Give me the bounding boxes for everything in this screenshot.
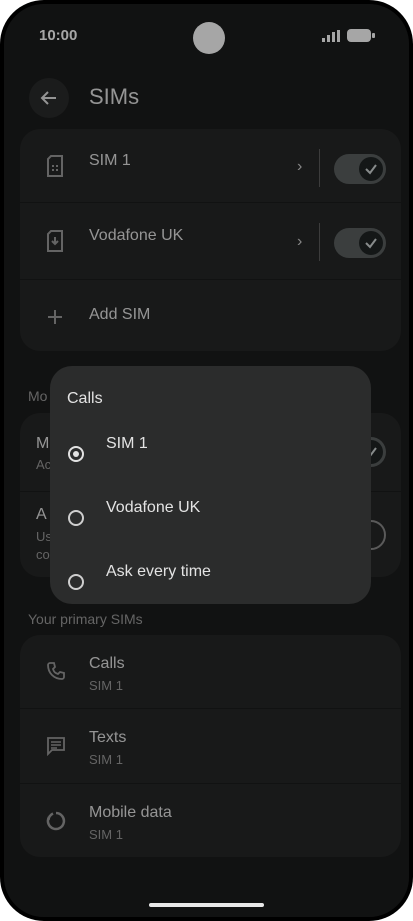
option-label: Vodafone UK bbox=[106, 499, 201, 516]
calls-dialog: Calls SIM 1 Vodafone UK Ask every time bbox=[50, 366, 371, 604]
radio-selected[interactable] bbox=[68, 446, 84, 462]
option-sim1[interactable]: SIM 1 bbox=[50, 434, 371, 478]
option-label: Ask every time bbox=[106, 563, 211, 580]
radio-unselected[interactable] bbox=[68, 510, 84, 526]
radio-unselected[interactable] bbox=[68, 574, 84, 590]
screen: 10:00 SIMs SIM 1 › Vodafone UK › Add SIM… bbox=[4, 4, 409, 917]
option-ask-every-time[interactable]: Ask every time bbox=[50, 562, 371, 606]
option-vodafone[interactable]: Vodafone UK bbox=[50, 498, 371, 542]
dialog-title: Calls bbox=[67, 390, 103, 407]
home-indicator[interactable] bbox=[149, 903, 264, 907]
option-label: SIM 1 bbox=[106, 435, 148, 452]
phone-frame: 10:00 SIMs SIM 1 › Vodafone UK › Add SIM… bbox=[0, 0, 413, 921]
